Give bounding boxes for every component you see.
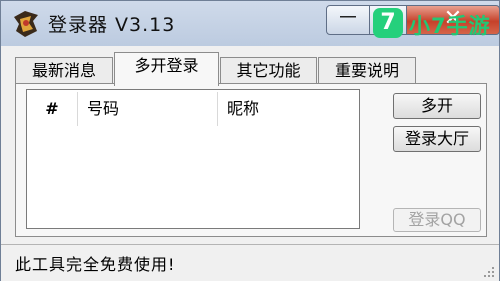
- list-body[interactable]: [27, 128, 359, 228]
- window-title: 登录器 V3.13: [48, 14, 176, 36]
- login-qq-button[interactable]: 登录QQ: [393, 208, 481, 232]
- tab-multi-login[interactable]: 多开登录: [114, 52, 219, 86]
- column-header-index[interactable]: #: [27, 90, 77, 128]
- multi-open-button[interactable]: 多开: [393, 93, 481, 119]
- watermark-text: 小7手游: [409, 14, 491, 38]
- column-header-nickname[interactable]: 昵称: [217, 90, 361, 128]
- watermark-logo: 7 小7手游: [371, 4, 499, 44]
- status-bar: 此工具完全免费使用!: [1, 244, 499, 281]
- login-hall-button[interactable]: 登录大厅: [393, 126, 481, 152]
- account-list[interactable]: # 号码 昵称: [26, 89, 360, 229]
- tab-latest-news[interactable]: 最新消息: [15, 57, 113, 85]
- tab-other-functions[interactable]: 其它功能: [220, 57, 317, 85]
- column-header-number[interactable]: 号码: [77, 90, 217, 128]
- resize-grip-icon[interactable]: [481, 264, 495, 278]
- tab-important-notes[interactable]: 重要说明: [318, 57, 416, 85]
- title-bar[interactable]: 登录器 V3.13 － □ ✕ 7 小7手游: [1, 1, 500, 45]
- list-header: # 号码 昵称: [27, 90, 359, 128]
- minimize-button[interactable]: －: [326, 5, 370, 35]
- watermark-badge-icon: 7: [373, 8, 403, 38]
- app-logo-icon: [14, 11, 38, 37]
- status-text: 此工具完全免费使用!: [15, 255, 176, 274]
- app-window: 登录器 V3.13 － □ ✕ 7 小7手游 最新消息 多开登录 其它功能 重要…: [0, 0, 500, 281]
